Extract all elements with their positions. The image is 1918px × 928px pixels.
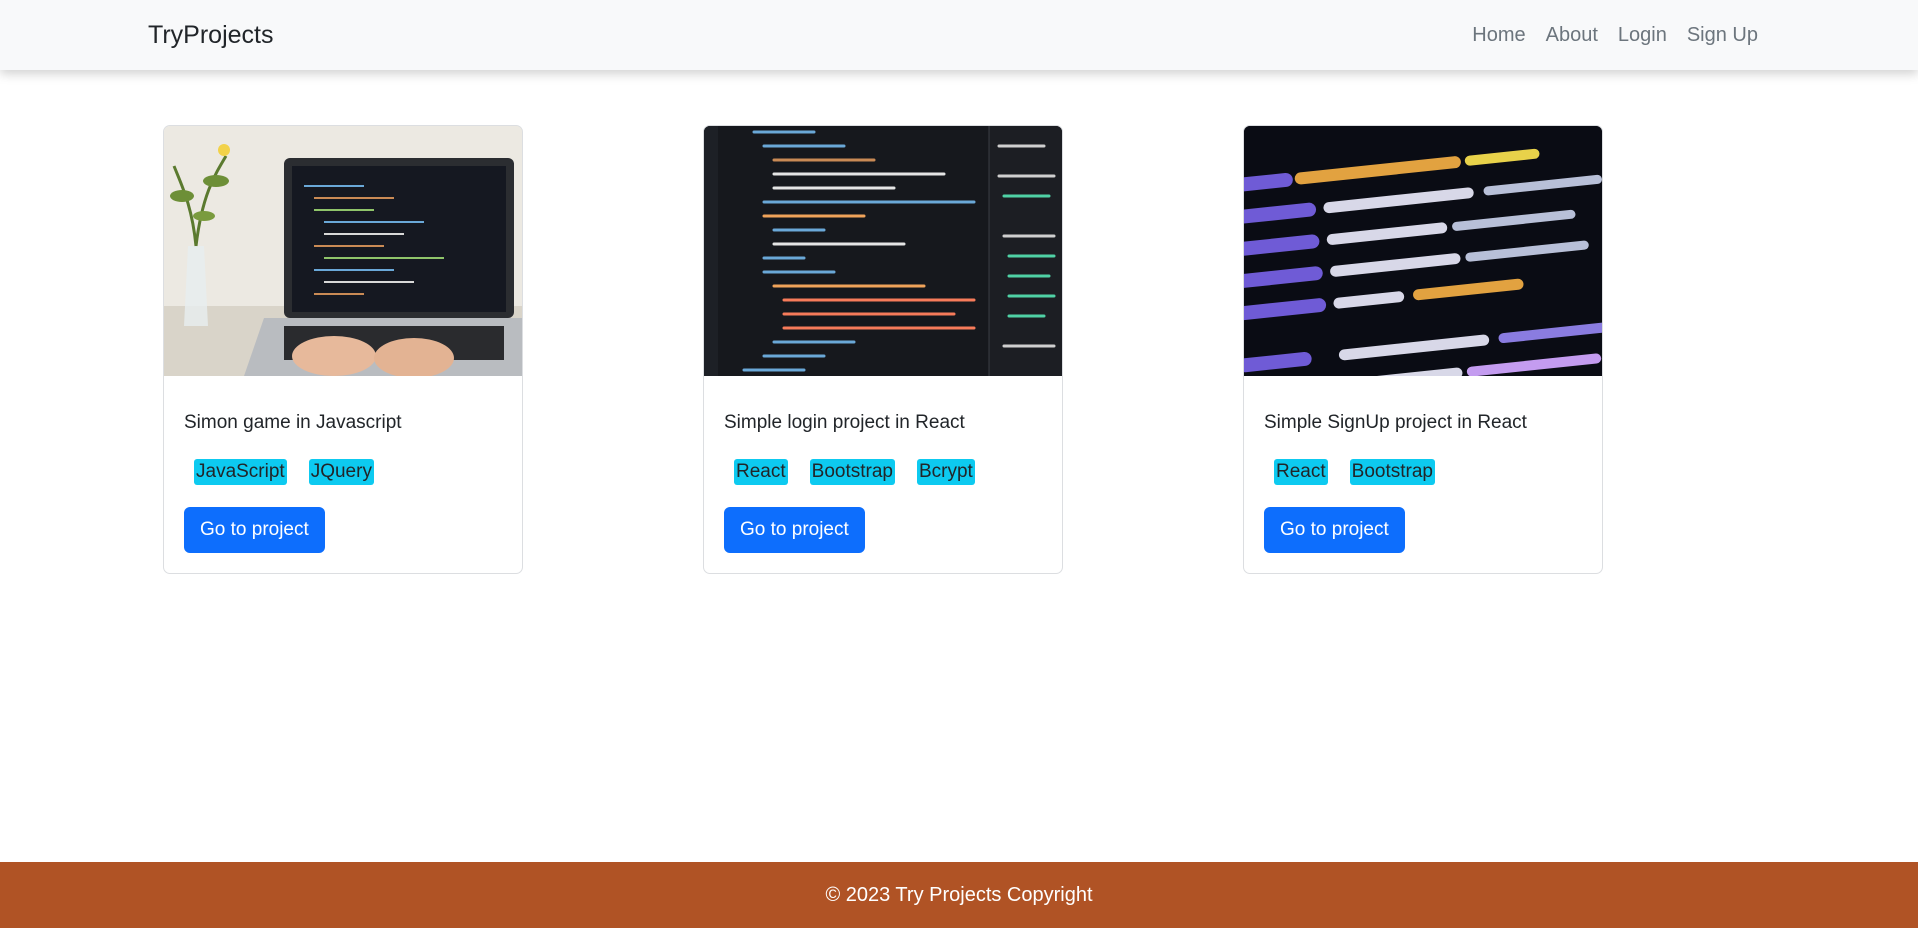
tag-badge: Bootstrap (809, 459, 895, 485)
card-title: Simple login project in React (724, 412, 965, 433)
footer: © 2023 Try Projects Copyright (0, 862, 1918, 928)
card-title: Simple SignUp project in React (1264, 412, 1527, 433)
nav-link-signup[interactable]: Sign Up (1687, 22, 1758, 48)
tag-badge: Bcrypt (916, 459, 975, 485)
nav-link-about[interactable]: About (1546, 22, 1598, 48)
go-to-project-button[interactable]: Go to project (1264, 507, 1405, 553)
tag-list: React Bootstrap Bcrypt (724, 459, 1042, 487)
copyright-text: © 2023 Try Projects Copyright (825, 883, 1093, 906)
nav-link-login[interactable]: Login (1618, 22, 1667, 48)
go-to-project-button[interactable]: Go to project (724, 507, 865, 553)
project-card: Simon game in Javascript JavaScript JQue… (163, 125, 523, 574)
card-body: Simple SignUp project in React React Boo… (1244, 411, 1602, 553)
card-body: Simple login project in React React Boot… (704, 411, 1062, 553)
project-card: Simple SignUp project in React React Boo… (1243, 125, 1603, 574)
brand-link[interactable]: TryProjects (148, 20, 273, 50)
tag-badge: React (734, 459, 788, 485)
project-card: Simple login project in React React Boot… (703, 125, 1063, 574)
navbar: TryProjects Home About Login Sign Up (0, 0, 1918, 70)
nav-links: Home About Login Sign Up (1472, 22, 1758, 48)
tag-badge: JQuery (308, 459, 374, 485)
nav-link-home[interactable]: Home (1472, 22, 1525, 48)
laptop-coding-illustration (164, 126, 522, 376)
tag-list: React Bootstrap (1264, 459, 1582, 487)
html-code-illustration (704, 126, 1062, 376)
card-image-laptop (164, 126, 522, 376)
tag-badge: JavaScript (194, 459, 287, 485)
card-title: Simon game in Javascript (184, 412, 402, 433)
card-image-code-editor (704, 126, 1062, 376)
go-to-project-button[interactable]: Go to project (184, 507, 325, 553)
tag-badge: React (1274, 459, 1328, 485)
react-code-illustration (1244, 126, 1602, 376)
card-body: Simon game in Javascript JavaScript JQue… (164, 411, 522, 553)
card-image-react-code (1244, 126, 1602, 376)
tag-list: JavaScript JQuery (184, 459, 502, 487)
tag-badge: Bootstrap (1349, 459, 1435, 485)
